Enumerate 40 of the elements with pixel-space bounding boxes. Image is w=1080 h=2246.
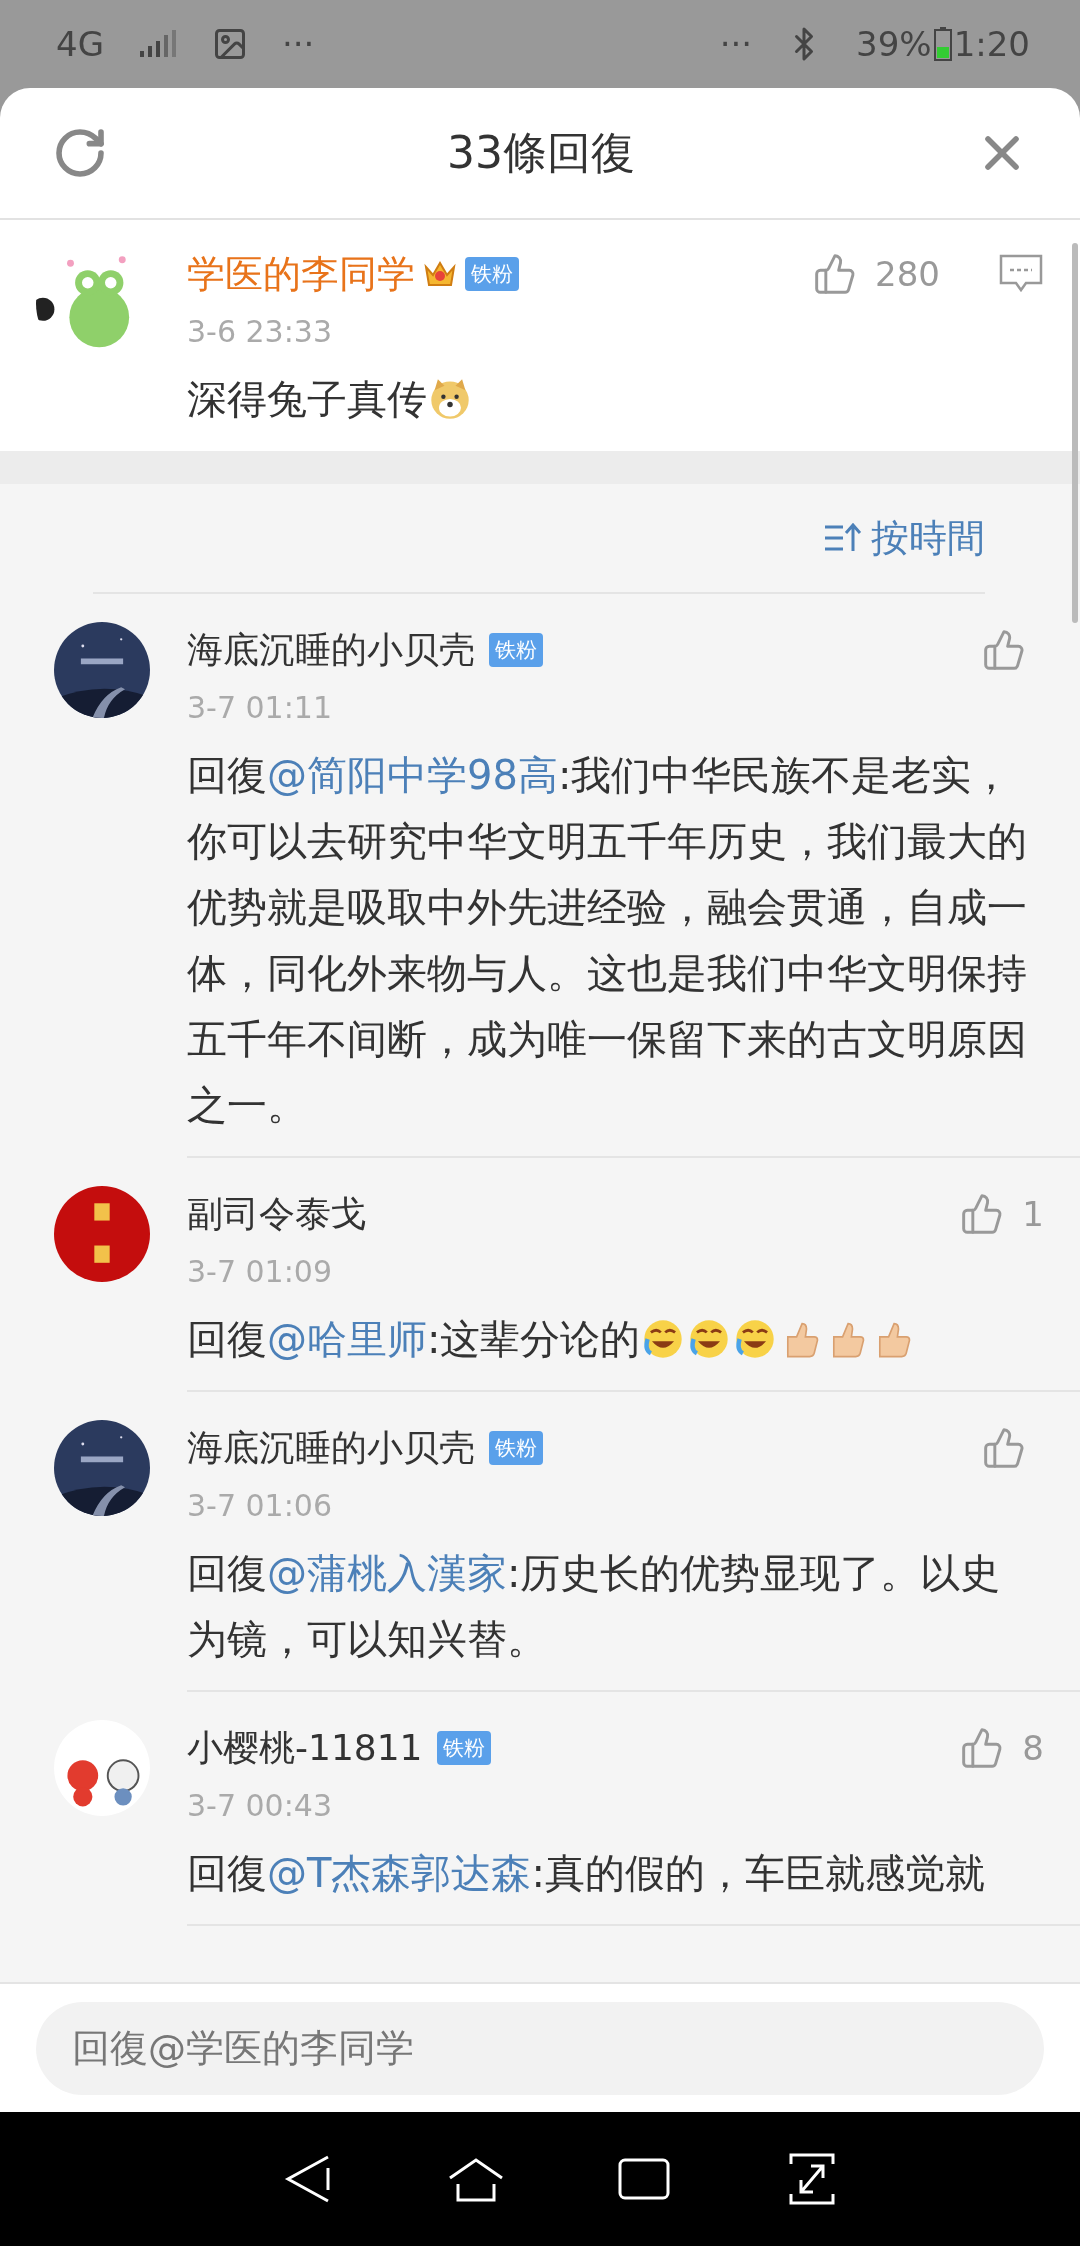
mention-link[interactable]: @哈里师 xyxy=(267,1316,427,1362)
comment-time: 3-6 23:33 xyxy=(187,313,332,351)
signal-icon xyxy=(138,29,178,59)
mention-link[interactable]: @蒲桃入漢家 xyxy=(267,1550,507,1596)
fan-badge: 铁粉 xyxy=(465,257,519,291)
comment-text: 深得兔子真传 xyxy=(187,366,1027,432)
mention-link[interactable]: @简阳中学98高 xyxy=(267,752,558,798)
author-name[interactable]: 小樱桃-11811 xyxy=(187,1723,423,1773)
reply-text: 回復@蒲桃入漢家:历史长的优势显现了。以史为镜，可以知兴替。 xyxy=(187,1549,1002,1664)
dog-emoji-icon xyxy=(428,377,472,421)
author-name[interactable]: 海底沉睡的小贝壳 xyxy=(187,1423,475,1473)
reply-text: 回復@T杰森郭达森:真的假的，车臣就感觉就 xyxy=(187,1849,986,1898)
like-icon[interactable] xyxy=(982,1426,1026,1470)
sort-button[interactable]: 按時間 xyxy=(823,512,985,564)
fan-badge: 铁粉 xyxy=(436,1731,491,1765)
author-name[interactable]: 学医的李同学 xyxy=(187,248,415,300)
like-icon[interactable] xyxy=(982,628,1026,672)
clock: 1:20 xyxy=(953,24,1030,64)
like-count: 280 xyxy=(875,254,940,294)
image-icon xyxy=(212,26,248,62)
mention-link[interactable]: @T杰森郭达森 xyxy=(267,1850,532,1896)
more-indicator: ··· xyxy=(282,24,315,64)
reply-text: 回復@哈里师:这辈分论的 xyxy=(187,1306,1027,1372)
fan-badge: 铁粉 xyxy=(489,633,543,667)
network-type: 4G xyxy=(56,24,104,64)
author-name[interactable]: 副司令泰戈 xyxy=(187,1189,367,1239)
like-count: 8 xyxy=(1022,1728,1044,1768)
fan-badge: 铁粉 xyxy=(489,1431,543,1465)
battery-percent: 39% xyxy=(856,24,932,64)
sheet-title: 33條回復 xyxy=(447,125,635,180)
author-name[interactable]: 海底沉睡的小贝壳 xyxy=(187,625,475,675)
comment-time: 3-7 00:43 xyxy=(187,1787,332,1825)
battery-icon xyxy=(933,27,952,61)
comment-time: 3-7 01:06 xyxy=(187,1487,332,1525)
comment-time: 3-7 01:11 xyxy=(187,689,332,727)
reply-input-field[interactable]: 回復@学医的李同学 xyxy=(36,2001,1044,2095)
more-indicator: ··· xyxy=(719,24,753,64)
comment-time: 3-7 01:09 xyxy=(187,1253,332,1291)
like-count: 1 xyxy=(1022,1194,1044,1234)
reply-text: 回復@简阳中学98高:我们中华民族不是老实，你可以去研究中华文明五千年历史，我们最大的优势就是吸取中外先进经验，融会贯通，自成一体，同化外来物与人。这也是我们中华文明保持五千年不间断，成为唯一保留下来的古文明原因之一。 xyxy=(187,751,1027,1130)
